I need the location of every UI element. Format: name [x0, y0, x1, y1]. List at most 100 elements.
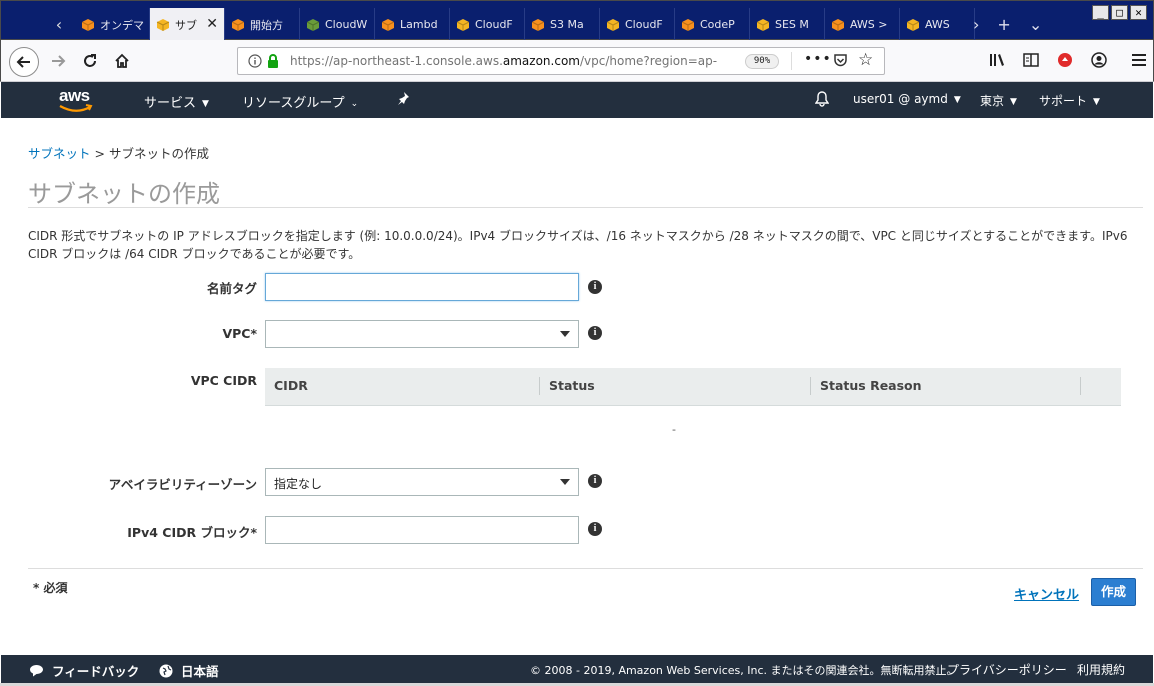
privacy-policy-link[interactable]: プライバシーポリシー [947, 661, 1067, 678]
tab-title: オンデマ [100, 18, 144, 32]
browser-tab[interactable]: S3 Ma [525, 8, 600, 41]
back-button[interactable] [9, 47, 39, 77]
availability-zone-select[interactable]: 指定なし [265, 468, 579, 496]
library-icon[interactable] [987, 50, 1007, 70]
speech-bubble-icon [30, 665, 43, 677]
tab-title: CloudF [625, 18, 663, 31]
column-header-status-reason: Status Reason [820, 378, 922, 393]
support-menu[interactable]: サポート ▼ [1039, 92, 1100, 109]
aws-cube-yellow-icon [906, 18, 920, 32]
create-button[interactable]: 作成 [1091, 578, 1136, 606]
pocket-icon[interactable] [833, 53, 848, 71]
info-icon[interactable]: i [588, 326, 602, 340]
notifications-bell-icon[interactable] [814, 91, 830, 111]
tab-title: AWS > [850, 18, 888, 31]
tab-title: SES M [775, 18, 809, 31]
chevron-down-icon: ▼ [1010, 96, 1017, 107]
name-tag-input[interactable] [265, 273, 579, 301]
arrow-right-icon [52, 55, 66, 67]
home-icon [115, 53, 129, 68]
tab-scroll-right-button[interactable]: › [973, 15, 979, 34]
info-icon[interactable]: i [588, 522, 602, 536]
browser-tab[interactable]: Lambd [375, 8, 450, 41]
lock-icon[interactable] [266, 53, 280, 72]
browser-tab[interactable]: AWS > [825, 8, 900, 41]
window-controls: _ □ ✕ [1092, 5, 1147, 20]
info-icon[interactable]: i [588, 474, 602, 488]
aws-cube-orange-icon [231, 18, 245, 32]
column-separator [1080, 377, 1081, 395]
ipv4-cidr-label: IPv4 CIDR ブロック* [127, 525, 257, 540]
tab-title: AWS [925, 18, 950, 31]
column-header-status: Status [549, 378, 595, 393]
arrow-left-icon [16, 56, 30, 68]
new-tab-button[interactable]: + [997, 15, 1010, 34]
feedback-link[interactable]: フィードバック [29, 661, 139, 680]
pin-icon[interactable] [396, 91, 410, 109]
aws-cube-orange-icon [831, 18, 845, 32]
aws-logo[interactable]: aws [57, 86, 97, 114]
browser-tab[interactable]: オンデマ [75, 8, 150, 41]
chevron-down-icon: ▼ [202, 98, 209, 109]
cloudwatch-green-icon [306, 18, 320, 32]
zoom-level-badge[interactable]: 90% [745, 54, 779, 69]
copyright-text: © 2008 - 2019, Amazon Web Services, Inc.… [530, 664, 958, 677]
breadcrumb-current: サブネットの作成 [108, 146, 209, 161]
browser-tab[interactable]: SES M [750, 8, 825, 41]
page-actions-more-icon[interactable]: ••• [804, 51, 832, 67]
home-button[interactable] [109, 48, 135, 74]
browser-tabs: オンデマ サブ ✕ 開始方 CloudW Lambd CloudF S3 Ma CloudF Co… [75, 8, 975, 41]
browser-tab[interactable]: CloudF [450, 8, 525, 41]
cancel-button[interactable]: キャンセル [1014, 584, 1079, 603]
browser-tab[interactable]: CloudW [300, 8, 375, 41]
breadcrumb-subnets-link[interactable]: サブネット [28, 146, 91, 161]
vpc-label: VPC* [222, 326, 257, 341]
browser-tab-bar: ‹ オンデマ サブ ✕ 開始方 CloudW Lambd CloudF S3 Ma CloudF… [0, 0, 1154, 41]
tab-list-button[interactable]: ⌄ [1029, 15, 1042, 34]
close-window-button[interactable]: ✕ [1130, 5, 1147, 20]
services-menu[interactable]: サービス ▼ [144, 92, 209, 111]
name-tag-label: 名前タグ [206, 281, 257, 296]
breadcrumb: サブネット > サブネットの作成 [28, 143, 209, 162]
globe-icon [159, 664, 173, 677]
extension-red-icon[interactable] [1055, 50, 1075, 70]
lambda-icon [381, 18, 395, 32]
browser-tab[interactable]: サブ ✕ [150, 8, 225, 41]
aws-console-header: aws サービス ▼ リソースグループ ⌄ user01 @ aymd ▼ 東京 ▼ サ… [1, 82, 1153, 118]
browser-tab[interactable]: AWS [900, 8, 975, 41]
aws-cube-yellow-icon [606, 18, 620, 32]
browser-tab[interactable]: CodeP [675, 8, 750, 41]
info-icon[interactable]: i [588, 280, 602, 294]
ipv4-cidr-input[interactable] [265, 516, 579, 544]
aws-cube-orange-icon [81, 18, 95, 32]
minimize-button[interactable]: _ [1092, 5, 1109, 20]
vpc-select[interactable] [265, 320, 579, 348]
language-selector[interactable]: 日本語 [159, 661, 219, 680]
column-header-cidr: CIDR [274, 378, 308, 393]
account-icon[interactable] [1089, 50, 1109, 70]
page-title: サブネットの作成 [28, 180, 220, 208]
account-menu[interactable]: user01 @ aymd ▼ [853, 92, 961, 106]
address-bar[interactable]: https://ap-northeast-1.console.aws.amazo… [237, 47, 885, 75]
tab-tools: › + ⌄ [967, 8, 1042, 41]
browser-tab[interactable]: 開始方 [225, 8, 300, 41]
info-circle-icon[interactable] [248, 54, 262, 71]
reload-button[interactable] [77, 48, 103, 74]
tab-title: S3 Ma [550, 18, 584, 31]
bookmark-star-icon[interactable]: ☆ [858, 50, 873, 70]
tab-title: 開始方 [250, 18, 283, 32]
region-menu[interactable]: 東京 ▼ [980, 92, 1017, 109]
terms-link[interactable]: 利用規約 [1077, 661, 1125, 678]
tab-scroll-left-button[interactable]: ‹ [45, 8, 73, 41]
close-tab-icon[interactable]: ✕ [206, 17, 218, 31]
tab-title: サブ [175, 18, 197, 32]
reader-view-icon[interactable] [1021, 50, 1041, 70]
resource-groups-menu[interactable]: リソースグループ ⌄ [242, 92, 358, 111]
main-content: サブネット > サブネットの作成 サブネットの作成 CIDR 形式でサブネットの… [1, 118, 1153, 655]
maximize-button[interactable]: □ [1111, 5, 1128, 20]
breadcrumb-separator: > [94, 146, 105, 161]
browser-tab[interactable]: CloudF [600, 8, 675, 41]
forward-button[interactable] [45, 48, 71, 74]
chevron-down-icon: ▼ [953, 94, 961, 105]
hamburger-menu-icon[interactable] [1129, 50, 1149, 70]
